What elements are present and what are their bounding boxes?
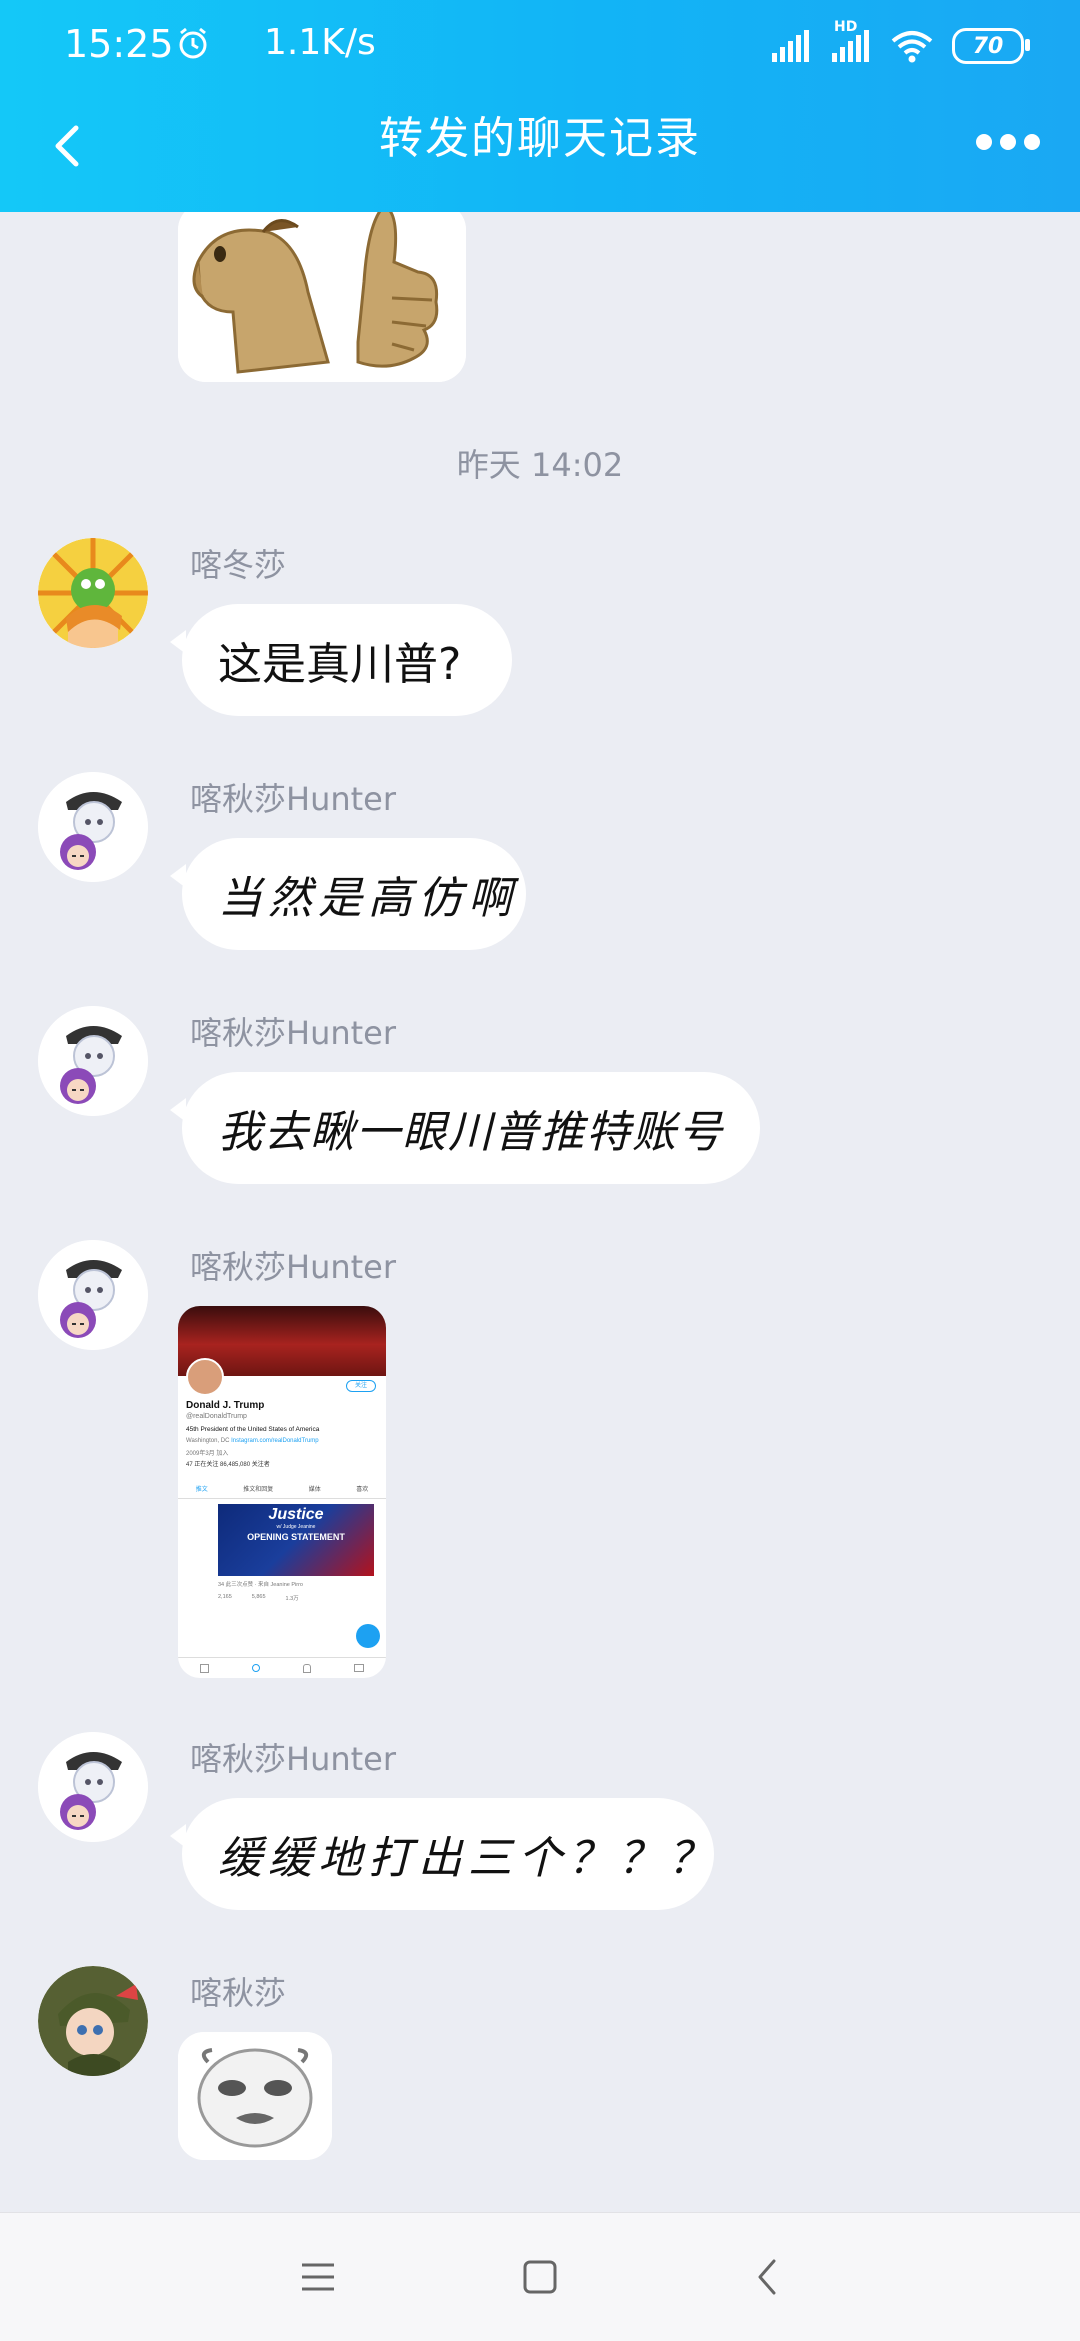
sticker-image-panda[interactable] — [178, 2032, 332, 2160]
message-bubble[interactable]: 这是真川普? — [170, 604, 512, 716]
sender-name: 喀秋莎Hunter — [190, 1248, 397, 1286]
more-options-button[interactable] — [976, 130, 1040, 154]
status-right: HD 70 — [770, 19, 1030, 66]
tweet-meta: 34 此三次点赞 · 来自 Jeanine Pirro — [218, 1582, 303, 1588]
nav-bar: 转发的聊天记录 — [0, 96, 1080, 212]
tab-label: 推文 — [195, 1487, 208, 1493]
page-title: 转发的聊天记录 — [379, 113, 701, 164]
hd-signal: HD — [830, 19, 872, 63]
battery-level: 70 — [972, 33, 1004, 59]
avatar[interactable] — [38, 1966, 148, 2076]
more-dot-icon — [1000, 134, 1016, 150]
profile-tabs: 推文 推文和回复 媒体 喜欢 — [178, 1484, 386, 1499]
panda-face-meme-icon — [178, 2032, 332, 2160]
twitter-bottom-nav — [178, 1657, 386, 1678]
tweet-media-card: Justice w/ Judge Jeanine OPENING STATEME… — [218, 1504, 374, 1576]
network-speed: 1.1K/s — [264, 22, 376, 63]
sender-name: 喀秋莎Hunter — [190, 1740, 397, 1778]
profile-link: Instagram.com/realDonaldTrump — [231, 1438, 319, 1444]
card-headline: OPENING STATEMENT — [247, 1532, 345, 1542]
back-nav-icon[interactable] — [742, 2251, 794, 2303]
home-icon — [199, 1663, 209, 1673]
tab-label: 推文和回复 — [243, 1487, 274, 1493]
sender-name: 喀秋莎Hunter — [190, 780, 397, 818]
signal-icon — [772, 30, 809, 62]
status-time: 15:25 — [64, 22, 174, 66]
horse-thumbs-up-icon — [178, 212, 466, 382]
mail-icon — [354, 1664, 365, 1672]
avatar[interactable] — [38, 772, 148, 882]
more-dot-icon — [976, 134, 992, 150]
following-count: 47 正在关注 — [186, 1462, 219, 1468]
card-title: Justice — [268, 1506, 324, 1523]
message-text: 这是真川普? — [218, 639, 462, 690]
home-button-icon[interactable] — [514, 2251, 566, 2303]
hd-label: HD — [834, 19, 858, 35]
sender-name: 喀秋莎Hunter — [190, 1014, 397, 1052]
message-text: 缓缓地打出三个？？？ — [218, 1833, 718, 1884]
avatar[interactable] — [38, 1240, 148, 1350]
profile-location: Washington, DC Instagram.com/realDonaldT… — [186, 1438, 319, 1444]
avatar-anime-girl-icon — [38, 538, 148, 648]
chat-history[interactable]: 昨天 14:02 喀冬莎 这是真川普? 喀秋莎Hunter 当然是高仿啊 喀秋莎… — [0, 212, 1080, 2212]
followers-count: 86,485,080 关注者 — [220, 1462, 270, 1468]
avatar-chibi-girls-icon — [38, 1732, 148, 1842]
profile-joined: 2009年3月 加入 — [186, 1451, 229, 1457]
twitter-screenshot-image[interactable]: 关注 Donald J. Trump @realDonaldTrump 45th… — [178, 1306, 386, 1678]
message-text: 当然是高仿啊 — [218, 873, 518, 924]
search-icon — [251, 1664, 260, 1672]
compose-fab — [356, 1624, 380, 1648]
tab-label: 喜欢 — [356, 1487, 369, 1493]
message-bubble[interactable]: 当然是高仿啊 — [170, 838, 526, 950]
avatar-soldier-girl-icon — [38, 1966, 148, 2076]
top-bar: 15:25 1.1K/s HD 70 转发的聊天记录 — [0, 0, 1080, 212]
avatar[interactable] — [38, 1732, 148, 1842]
sender-name: 喀冬莎 — [190, 546, 287, 584]
avatar-chibi-girls-icon — [38, 1006, 148, 1116]
status-bar: 15:25 1.1K/s HD 70 — [0, 0, 1080, 96]
card-subtitle: w/ Judge Jeanine — [276, 1524, 316, 1530]
location-text: Washington, DC — [186, 1438, 230, 1444]
retweet-count: 5,865 — [251, 1594, 266, 1600]
tab-label: 媒体 — [308, 1487, 321, 1493]
message-text: 我去瞅一眼川普推特账号 — [218, 1107, 724, 1158]
alarm-icon — [179, 27, 207, 59]
profile-bio: 45th President of the United States of A… — [186, 1426, 320, 1433]
sender-name: 喀秋莎 — [190, 1974, 287, 2012]
message-bubble[interactable]: 我去瞅一眼川普推特账号 — [170, 1072, 760, 1184]
avatar-chibi-girls-icon — [38, 772, 148, 882]
tweet-stats: 2,165 5,865 1.3万 — [218, 1594, 299, 1602]
sticker-image-horse[interactable] — [178, 212, 466, 382]
profile-name: Donald J. Trump — [186, 1400, 265, 1411]
profile-avatar — [186, 1358, 224, 1396]
battery-indicator: 70 — [952, 28, 1030, 64]
more-dot-icon — [1024, 134, 1040, 150]
like-count: 1.3万 — [285, 1596, 299, 1602]
avatar[interactable] — [38, 538, 148, 648]
reply-count: 2,165 — [218, 1594, 232, 1600]
time-divider: 昨天 14:02 — [456, 446, 624, 484]
system-nav-bar — [0, 2212, 1080, 2341]
message-bubble[interactable]: 缓缓地打出三个？？？ — [170, 1798, 714, 1910]
profile-counts: 47 正在关注 86,485,080 关注者 — [186, 1459, 270, 1468]
wifi-icon — [891, 31, 933, 63]
profile-handle: @realDonaldTrump — [186, 1413, 247, 1420]
avatar[interactable] — [38, 1006, 148, 1116]
bell-icon — [303, 1663, 312, 1673]
follow-button: 关注 — [346, 1380, 376, 1392]
menu-icon[interactable] — [292, 2251, 344, 2303]
avatar-chibi-girls-icon — [38, 1240, 148, 1350]
